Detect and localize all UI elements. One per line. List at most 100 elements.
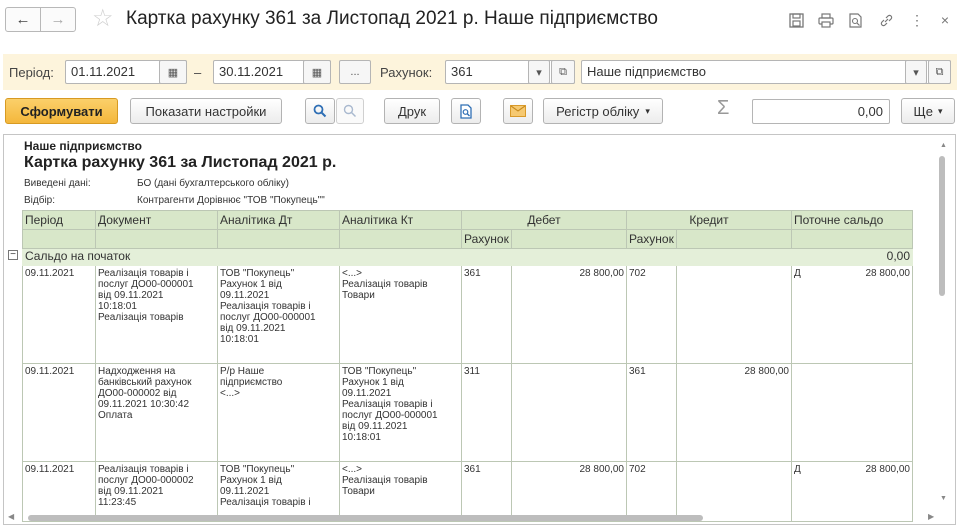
row-credit-account: 702 xyxy=(626,265,677,364)
scroll-down-arrow[interactable]: ▼ xyxy=(940,495,947,502)
header-debit: Дебет xyxy=(461,210,627,230)
back-button[interactable]: ← xyxy=(5,7,41,32)
row-balance-amount: 28 800,00 xyxy=(865,464,911,475)
header-period: Період xyxy=(22,210,96,230)
search-icon xyxy=(313,104,327,118)
opening-balance-label: Сальдо на початок xyxy=(22,248,462,266)
header-balance: Поточне сальдо xyxy=(791,210,913,230)
print-preview-icon[interactable] xyxy=(845,10,865,30)
output-data-label: Виведені дані: xyxy=(24,178,91,189)
organization-dropdown-button[interactable]: ▾ xyxy=(905,60,927,84)
table-row[interactable]: 09.11.2021 Реалізація товарів і послуг Д… xyxy=(22,265,913,364)
row-analytics-kt: <...> Реалізація товарів Товари xyxy=(339,265,462,364)
search-button[interactable] xyxy=(305,98,335,124)
row-document[interactable]: Надходження на банківський рахунок ДО00-… xyxy=(95,363,218,462)
output-data-value: БО (дані бухгалтерського обліку) xyxy=(137,178,289,189)
row-debit-amount: 28 800,00 xyxy=(511,265,627,364)
account-label: Рахунок: xyxy=(380,65,433,80)
arrow-left-icon: ← xyxy=(15,11,31,28)
search-cancel-icon xyxy=(343,104,357,118)
header-credit-account: Рахунок xyxy=(626,229,677,249)
opening-balance-value: 0,00 xyxy=(791,248,913,266)
organization-field[interactable]: Наше підприємство xyxy=(581,60,951,84)
report-title: Картка рахунку 361 за Листопад 2021 р. xyxy=(24,154,337,171)
calendar-icon: ▦ xyxy=(167,66,179,79)
row-analytics-dt: ТОВ "Покупець" Рахунок 1 від 09.11.2021 … xyxy=(217,265,340,364)
more-vertical-icon[interactable]: ⋮ xyxy=(907,10,927,30)
more-label: Ще xyxy=(913,103,933,119)
header-debit-account: Рахунок xyxy=(461,229,512,249)
link-icon[interactable] xyxy=(876,10,896,30)
opening-balance-row[interactable]: Сальдо на початок 0,00 xyxy=(22,248,913,266)
row-document[interactable]: Реалізація товарів і послуг ДО00-000001 … xyxy=(95,265,218,364)
show-settings-button[interactable]: Показати настройки xyxy=(130,98,282,124)
header-document: Документ xyxy=(95,210,218,230)
collapse-group-button[interactable]: − xyxy=(8,250,18,260)
window-title: Картка рахунку 361 за Листопад 2021 р. Н… xyxy=(126,8,658,29)
horizontal-scroll-thumb[interactable] xyxy=(28,515,703,521)
organization-open-button[interactable]: ⧉ xyxy=(928,60,951,84)
filter-label: Відбір: xyxy=(24,195,56,206)
table-row[interactable]: 09.11.2021 Надходження на банківський ра… xyxy=(22,363,913,462)
account-open-button[interactable]: ⧉ xyxy=(551,60,575,84)
calendar-icon: ▦ xyxy=(311,66,323,79)
row-balance xyxy=(791,363,913,462)
print-button[interactable]: Друк xyxy=(384,98,440,124)
vertical-scroll-thumb[interactable] xyxy=(939,156,945,296)
account-card-table: Період Документ Аналітика Дт Аналітика К… xyxy=(22,210,913,522)
account-value: 361 xyxy=(451,64,473,79)
printer-icon[interactable] xyxy=(816,10,836,30)
star-icon[interactable]: ☆ xyxy=(92,4,114,34)
row-debit-amount xyxy=(511,363,627,462)
period-dash: – xyxy=(194,65,202,80)
period-label: Період: xyxy=(9,65,54,80)
date-to-calendar-button[interactable]: ▦ xyxy=(303,60,331,84)
row-balance-type: Д xyxy=(794,268,801,279)
open-form-icon: ⧉ xyxy=(935,65,944,78)
open-form-icon: ⧉ xyxy=(559,65,567,78)
command-bar: Сформувати Показати настройки Друк Регіс… xyxy=(0,96,960,130)
print-preview-icon xyxy=(460,103,472,119)
date-to-value: 30.11.2021 xyxy=(219,64,284,79)
row-analytics-dt: Р/р Наше підприємство <...> xyxy=(217,363,340,462)
accounting-register-button[interactable]: Регістр обліку ▾ xyxy=(543,98,663,124)
more-button[interactable]: Ще ▾ xyxy=(901,98,955,124)
floppy-icon[interactable] xyxy=(786,10,806,30)
close-icon[interactable]: × xyxy=(935,10,955,30)
scroll-right-arrow[interactable]: ▶ xyxy=(928,512,934,521)
row-period: 09.11.2021 xyxy=(22,363,96,462)
row-period: 09.11.2021 xyxy=(22,265,96,364)
chevron-down-icon: ▾ xyxy=(536,66,542,79)
date-from-calendar-button[interactable]: ▦ xyxy=(159,60,187,84)
generate-button[interactable]: Сформувати xyxy=(5,98,118,124)
row-credit-amount xyxy=(676,265,792,364)
title-bar: ← → ☆ Картка рахунку 361 за Листопад 202… xyxy=(0,0,960,40)
vertical-scrollbar[interactable] xyxy=(937,150,946,500)
cancel-search-button[interactable] xyxy=(336,98,364,124)
organization-value: Наше підприємство xyxy=(587,64,706,79)
preview-button[interactable] xyxy=(451,98,481,124)
horizontal-scrollbar[interactable] xyxy=(20,513,940,522)
account-dropdown-button[interactable]: ▾ xyxy=(528,60,550,84)
sum-field[interactable]: 0,00 xyxy=(752,99,890,124)
row-credit-amount: 28 800,00 xyxy=(676,363,792,462)
header-analytics-dt: Аналітика Дт xyxy=(217,210,340,230)
row-debit-account: 361 xyxy=(461,265,512,364)
send-email-button[interactable] xyxy=(503,98,533,124)
chevron-down-icon: ▾ xyxy=(645,105,650,116)
forward-button[interactable]: → xyxy=(40,7,76,32)
report-organization: Наше підприємство xyxy=(24,139,142,153)
row-analytics-kt: ТОВ "Покупець" Рахунок 1 від 09.11.2021 … xyxy=(339,363,462,462)
header-analytics-kt: Аналітика Кт xyxy=(339,210,462,230)
chevron-down-icon: ▾ xyxy=(913,66,919,79)
row-balance-amount: 28 800,00 xyxy=(865,268,911,279)
table-header-row: Період Документ Аналітика Дт Аналітика К… xyxy=(22,210,913,230)
period-select-button[interactable]: ... xyxy=(339,60,371,84)
report-spreadsheet[interactable]: Наше підприємство Картка рахунку 361 за … xyxy=(3,134,956,525)
arrow-right-icon: → xyxy=(50,11,66,28)
sigma-icon: Σ xyxy=(717,97,730,119)
table-subheader-row: Рахунок Рахунок xyxy=(22,229,913,249)
scroll-up-arrow[interactable]: ▲ xyxy=(940,142,947,149)
scroll-left-arrow[interactable]: ◀ xyxy=(8,512,14,521)
row-debit-account: 311 xyxy=(461,363,512,462)
